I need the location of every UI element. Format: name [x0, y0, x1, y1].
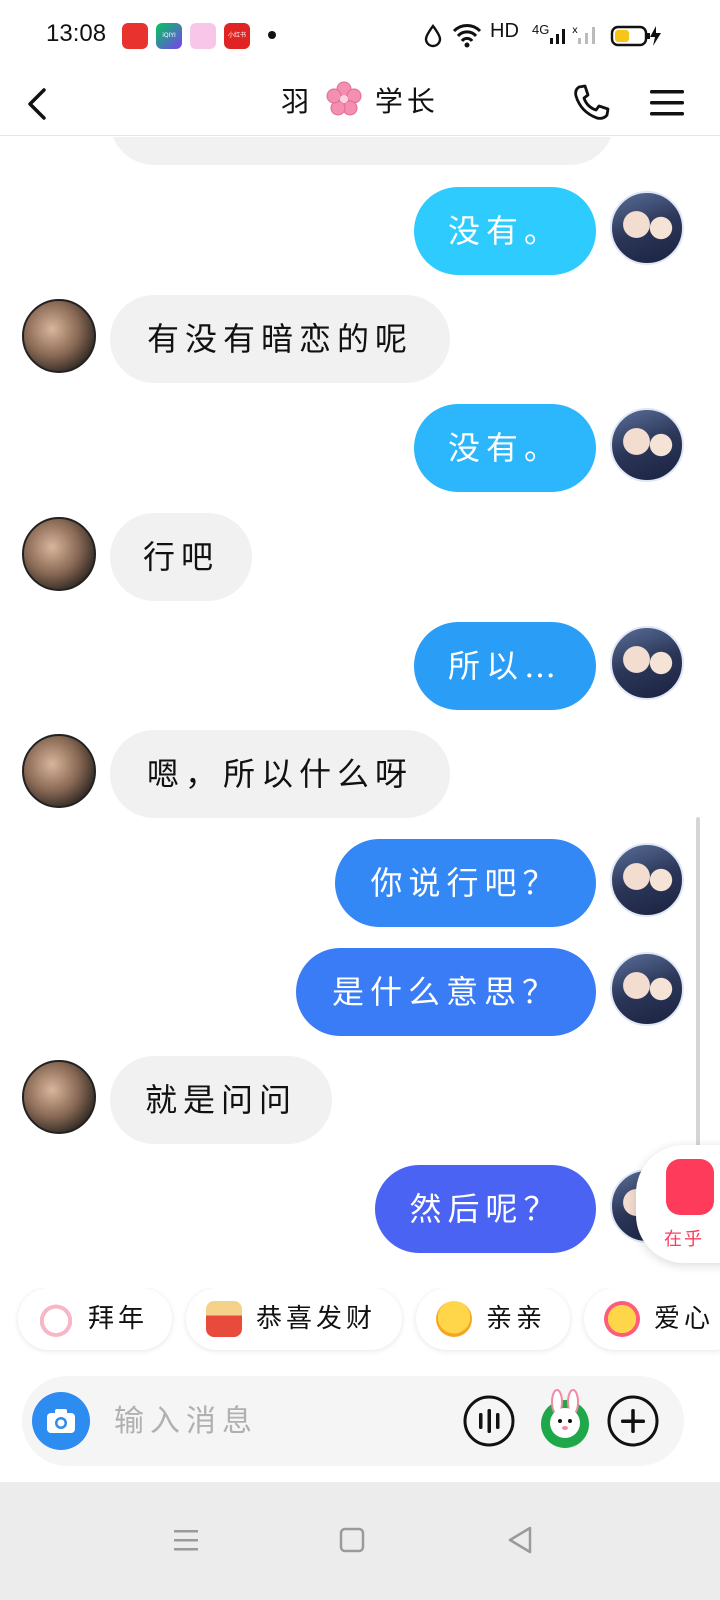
quick-reply-chip[interactable]: 亲亲 [416, 1288, 570, 1350]
quick-reply-label: 亲亲 [486, 1304, 547, 1334]
camera-icon [47, 1409, 75, 1433]
chat-header: 羽 学长 [0, 70, 720, 136]
my-avatar[interactable] [610, 843, 684, 917]
message-bubble-out[interactable]: 然后呢？ [375, 1165, 596, 1253]
my-avatar[interactable] [610, 626, 684, 700]
chat-title-suffix: 学长 [374, 85, 439, 118]
message-bubble-out[interactable]: 所以… [414, 622, 596, 710]
sticker-icon[interactable] [532, 1388, 598, 1454]
chat-title: 羽 学长 [0, 80, 720, 120]
love-face-emoji-icon [604, 1301, 640, 1337]
message-input[interactable] [114, 1376, 444, 1466]
message-bubble-in[interactable]: 有没有暗恋的呢 [110, 295, 450, 383]
peer-avatar[interactable] [22, 734, 96, 808]
quick-reply-label: 拜年 [88, 1304, 149, 1334]
peer-avatar[interactable] [22, 299, 96, 373]
more-notifications-dot [268, 31, 276, 39]
message-bubble-in[interactable]: 行吧 [110, 513, 252, 601]
my-avatar[interactable] [610, 408, 684, 482]
quick-reply-label: 恭喜发财 [256, 1304, 377, 1334]
rabbit-emoji-icon [38, 1301, 74, 1337]
peer-avatar[interactable] [22, 1060, 96, 1134]
message-bubble-out[interactable]: 没有。 [414, 187, 596, 275]
my-avatar[interactable] [610, 191, 684, 265]
message-bubble-out[interactable]: 没有。 [414, 404, 596, 492]
battery-icon [610, 25, 661, 47]
svg-text:x: x [572, 25, 578, 36]
my-avatar[interactable] [610, 952, 684, 1026]
camera-button[interactable] [32, 1392, 90, 1450]
voice-input-icon[interactable] [462, 1394, 516, 1448]
data-saver-icon [424, 24, 442, 48]
chat-title-prefix: 羽 [281, 85, 314, 118]
signal-icon [550, 29, 565, 44]
shopping-app-icon: 小红书 [224, 23, 250, 49]
message-bubble-partial [110, 137, 614, 165]
camera-app-icon [190, 23, 216, 49]
quick-reply-bar[interactable]: 拜年 恭喜发财 亲亲 爱心 [0, 1288, 720, 1358]
network-type-label: 4G [532, 22, 550, 37]
back-nav-icon[interactable] [502, 1522, 538, 1558]
quick-reply-label: 爱心 [654, 1304, 715, 1334]
message-bubble-out[interactable]: 你说行吧？ [335, 839, 596, 927]
message-bubble-in[interactable]: 就是问问 [110, 1056, 332, 1144]
system-nav-bar [0, 1482, 720, 1600]
quick-reply-chip[interactable]: 爱心 [584, 1288, 720, 1350]
peer-avatar[interactable] [22, 517, 96, 591]
message-bubble-out[interactable]: 是什么意思？ [296, 948, 596, 1036]
status-time: 13:08 [46, 20, 107, 47]
video-app-icon [122, 23, 148, 49]
scrollbar[interactable] [696, 817, 700, 1197]
home-icon[interactable] [334, 1522, 370, 1558]
menu-icon[interactable] [648, 82, 688, 122]
wifi-icon [452, 24, 482, 48]
message-input-bar [22, 1376, 684, 1466]
signal-secondary-icon: x [572, 25, 595, 44]
phone-call-icon[interactable] [570, 80, 610, 124]
quick-reply-chip[interactable]: 恭喜发财 [186, 1288, 402, 1350]
iqiyi-icon: iQIYI [156, 23, 182, 49]
floating-widget-label: 在乎 [664, 1229, 704, 1250]
more-actions-icon[interactable] [606, 1394, 660, 1448]
hd-label: HD [490, 20, 519, 42]
gift-app-icon [666, 1159, 714, 1215]
red-envelope-emoji-icon [206, 1301, 242, 1337]
message-bubble-in[interactable]: 嗯，所以什么呀 [110, 730, 450, 818]
message-list[interactable]: 没有。 有没有暗恋的呢 没有。 行吧 所以… 嗯，所以什么呀 你说行吧？ 是什么… [0, 137, 720, 1287]
status-bar: 13:08 iQIYI 小红书 HD 4G x [0, 0, 720, 70]
floating-widget[interactable]: 在乎 [636, 1145, 720, 1263]
hug-emoji-icon [436, 1301, 472, 1337]
quick-reply-chip[interactable]: 拜年 [18, 1288, 172, 1350]
recent-apps-icon[interactable] [168, 1522, 204, 1558]
cherry-blossom-icon [326, 81, 362, 116]
